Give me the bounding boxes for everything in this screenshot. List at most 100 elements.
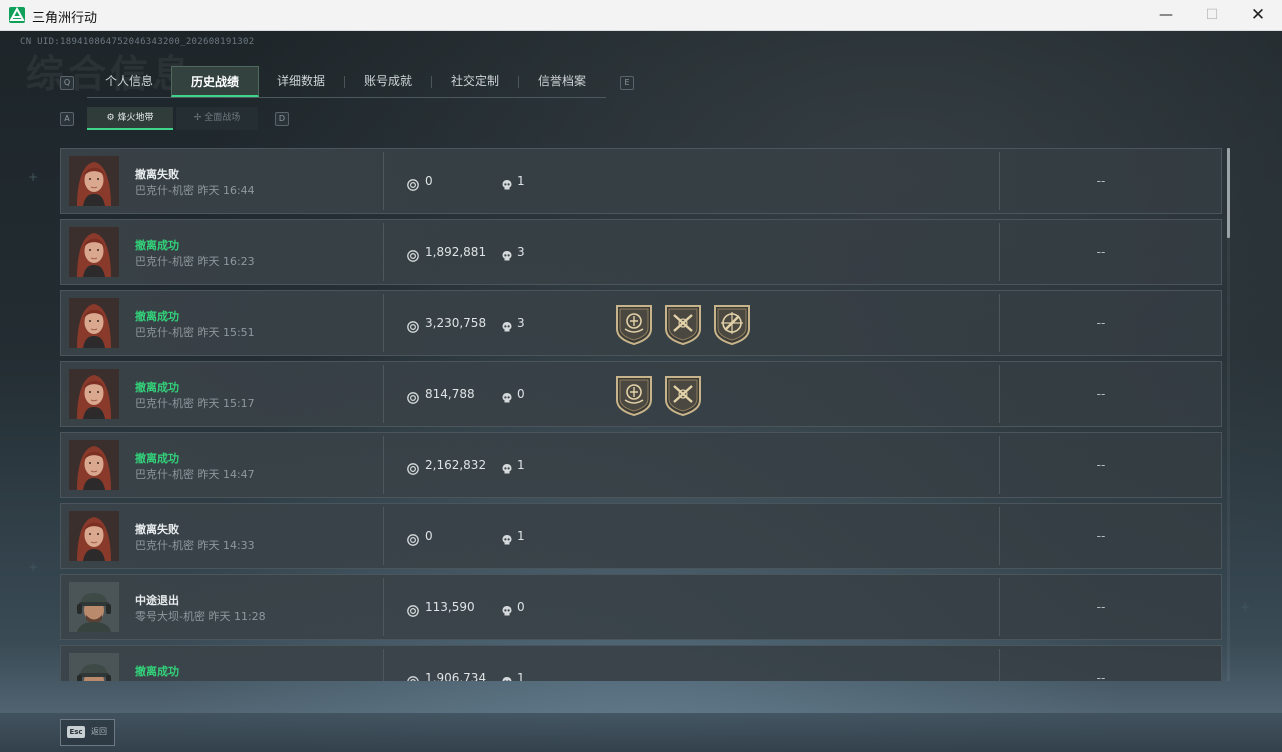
extra-info: -- xyxy=(1096,529,1106,543)
tab-reputation[interactable]: 信誉档案 xyxy=(519,66,605,97)
match-record-row[interactable]: 撤离成功 巴克什-机密 昨天 15:17 814,788 0 -- xyxy=(60,361,1222,427)
match-time: 昨天 15:51 xyxy=(197,326,255,339)
footer-bar xyxy=(0,713,1282,752)
extraction-status: 撤离失败 xyxy=(135,168,179,181)
match-meta: 巴克什-机密 昨天 15:51 xyxy=(135,324,255,340)
tab-next-key[interactable]: E xyxy=(620,76,634,90)
match-record-row[interactable]: 撤离成功 巴克什-机密 昨天 15:51 3,230,758 3 -- xyxy=(60,290,1222,356)
extracted-value: 0 xyxy=(425,529,433,543)
scrollbar-thumb[interactable] xyxy=(1227,148,1230,238)
column-divider xyxy=(999,649,1000,681)
grid-cross-icon: + xyxy=(1240,600,1251,614)
match-time: 昨天 14:47 xyxy=(197,468,255,481)
coin-icon xyxy=(407,318,419,333)
column-divider xyxy=(383,294,384,352)
crosshair-gun-icon[interactable] xyxy=(712,303,752,346)
kill-count: 1 xyxy=(517,529,525,543)
tab-match-history[interactable]: 历史战绩 xyxy=(171,66,259,97)
skull-icon xyxy=(501,460,513,474)
extraction-status: 撤离成功 xyxy=(135,452,179,465)
match-record-row[interactable]: 撤离成功 巴克什-机密 昨天 14:47 2,162,832 1 -- xyxy=(60,432,1222,498)
skull-icon xyxy=(501,531,513,545)
coin-icon xyxy=(407,247,419,262)
skull-icon xyxy=(501,389,513,403)
skull-icon xyxy=(501,673,513,681)
kill-count: 3 xyxy=(517,245,525,259)
emblem-shield-icon[interactable] xyxy=(614,374,654,417)
tab-prev-key[interactable]: Q xyxy=(60,76,74,90)
extracted-value: 2,162,832 xyxy=(425,458,487,472)
column-divider xyxy=(383,507,384,565)
user-uid: CN UID:1894108647520463432​00_2026081913… xyxy=(20,37,255,47)
tab-detailed-stats[interactable]: 详细数据 xyxy=(259,66,343,97)
map-name: 零号大坝-机密 xyxy=(135,610,205,623)
kill-count: 0 xyxy=(517,600,525,614)
match-record-row[interactable]: 撤离失败 巴克什-机密 昨天 16:44 0 1 -- xyxy=(60,148,1222,214)
subtab-next-key[interactable]: D xyxy=(275,112,289,126)
extraction-status: 撤离成功 xyxy=(135,310,179,323)
match-record-row[interactable]: 撤离失败 巴克什-机密 昨天 14:33 0 1 -- xyxy=(60,503,1222,569)
close-button[interactable]: ✕ xyxy=(1235,0,1281,31)
column-divider xyxy=(999,436,1000,494)
match-meta: 巴克什-机密 昨天 15:17 xyxy=(135,395,255,411)
extra-info: -- xyxy=(1096,387,1106,401)
window-titlebar: 三角洲行动 — ☐ ✕ xyxy=(0,0,1282,31)
maximize-button[interactable]: ☐ xyxy=(1189,0,1235,31)
skull-icon xyxy=(501,602,513,616)
coin-icon xyxy=(407,176,419,191)
tab-profile[interactable]: 个人信息 xyxy=(87,66,171,97)
subtab-warfare[interactable]: ✢ 全面战场 xyxy=(176,107,258,130)
map-name: 巴克什-机密 xyxy=(135,255,194,268)
operator-avatar xyxy=(69,440,119,490)
map-name: 巴克什-机密 xyxy=(135,539,194,552)
extraction-status: 撤离成功 xyxy=(135,665,179,678)
match-history-list[interactable]: 撤离失败 巴克什-机密 昨天 16:44 0 1 -- 撤离成功 巴克什-机密 … xyxy=(60,148,1223,681)
map-name: 巴克什-机密 xyxy=(135,184,194,197)
coin-icon xyxy=(407,460,419,475)
match-record-row[interactable]: 撤离成功 巴克什-机密 昨天 16:23 1,892,881 3 -- xyxy=(60,219,1222,285)
match-record-row[interactable]: 撤离成功 零号大坝-机密 昨天 10:53 1,906,734 1 -- xyxy=(60,645,1222,681)
extracted-value: 3,230,758 xyxy=(425,316,487,330)
match-time: 昨天 11:28 xyxy=(208,610,266,623)
extraction-status: 撤离成功 xyxy=(135,239,179,252)
kill-count: 0 xyxy=(517,387,525,401)
column-divider xyxy=(383,578,384,636)
kill-count: 1 xyxy=(517,458,525,472)
subtab-label: 全面战场 xyxy=(204,113,241,123)
crossed-guns-icon[interactable] xyxy=(663,303,703,346)
tab-achievements[interactable]: 账号成就 xyxy=(345,66,431,97)
skull-icon xyxy=(501,318,513,332)
match-meta: 零号大坝-机密 昨天 10:53 xyxy=(135,679,266,681)
extra-info: -- xyxy=(1096,458,1106,472)
column-divider xyxy=(999,223,1000,281)
list-scrollbar[interactable] xyxy=(1227,148,1230,681)
kill-count: 1 xyxy=(517,174,525,188)
coin-icon xyxy=(407,389,419,404)
extraction-status: 中途退出 xyxy=(135,594,179,607)
match-time: 昨天 16:44 xyxy=(197,184,255,197)
match-meta: 巴克什-机密 昨天 16:44 xyxy=(135,182,255,198)
extra-info: -- xyxy=(1096,174,1106,188)
match-record-row[interactable]: 中途退出 零号大坝-机密 昨天 11:28 113,590 0 -- xyxy=(60,574,1222,640)
battlefield-mode-icon: ✢ xyxy=(193,113,202,123)
operator-avatar xyxy=(69,653,119,681)
extraction-status: 撤离成功 xyxy=(135,381,179,394)
operator-avatar xyxy=(69,298,119,348)
map-name: 巴克什-机密 xyxy=(135,397,194,410)
emblem-shield-icon[interactable] xyxy=(614,303,654,346)
back-button[interactable]: Esc 返回 xyxy=(60,719,115,746)
subtab-prev-key[interactable]: A xyxy=(60,112,74,126)
tab-social[interactable]: 社交定制 xyxy=(432,66,518,97)
grid-cross-icon: + xyxy=(28,170,39,184)
esc-key-icon: Esc xyxy=(67,726,85,738)
match-meta: 巴克什-机密 昨天 14:47 xyxy=(135,466,255,482)
crossed-guns-icon[interactable] xyxy=(663,374,703,417)
match-time: 昨天 16:23 xyxy=(197,255,255,268)
extra-info: -- xyxy=(1096,600,1106,614)
minimize-button[interactable]: — xyxy=(1143,0,1189,31)
subtab-operations[interactable]: ⚙ 烽火地带 xyxy=(87,107,173,130)
skull-icon xyxy=(501,176,513,190)
column-divider xyxy=(383,365,384,423)
coin-icon xyxy=(407,602,419,617)
column-divider xyxy=(383,649,384,681)
